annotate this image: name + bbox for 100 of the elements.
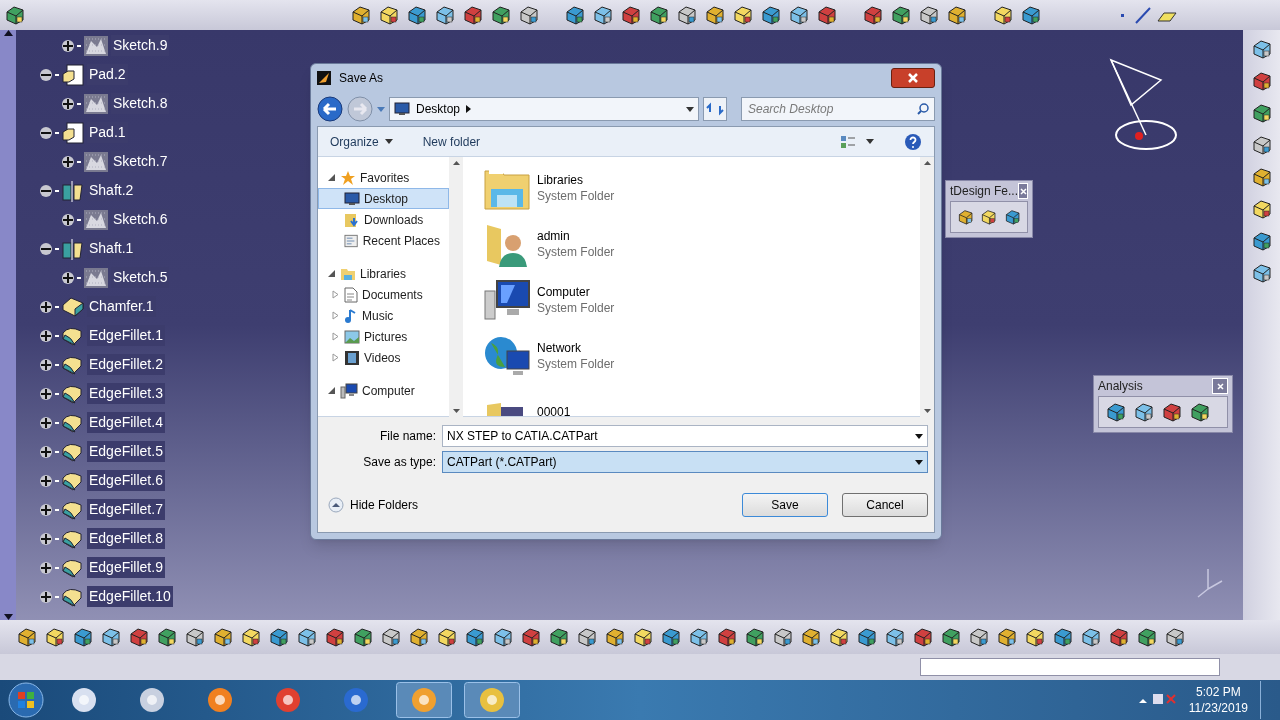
tool-icon[interactable] [434, 4, 456, 26]
tool-icon[interactable] [828, 626, 850, 648]
tree-scroll-bar[interactable] [0, 30, 16, 620]
tool-icon[interactable] [1250, 38, 1273, 60]
expand-icon[interactable] [61, 270, 75, 285]
tool-icon[interactable] [604, 626, 626, 648]
tool-icon[interactable] [772, 626, 794, 648]
tool-icon[interactable] [576, 626, 598, 648]
tool-icon[interactable] [632, 626, 654, 648]
tool-icon[interactable] [660, 626, 682, 648]
file-item[interactable]: admin System Folder [483, 221, 920, 267]
tool-icon[interactable] [744, 626, 766, 648]
tool-icon[interactable] [4, 4, 26, 26]
tool-icon[interactable] [704, 4, 726, 26]
scroll-down-icon[interactable] [452, 409, 460, 413]
nav-item[interactable]: Documents [318, 284, 449, 305]
expand-icon[interactable] [39, 560, 53, 575]
collapse-icon[interactable] [39, 241, 53, 256]
tool-icon[interactable] [128, 626, 150, 648]
tool-icon[interactable] [716, 626, 738, 648]
tool-icon[interactable] [350, 4, 372, 26]
file-item[interactable]: 00001 [483, 389, 920, 416]
command-field[interactable] [920, 658, 1220, 676]
tool-icon[interactable] [940, 626, 962, 648]
tool-icon[interactable] [1250, 262, 1273, 284]
scroll-down-icon[interactable] [923, 409, 931, 413]
expand-icon[interactable] [61, 154, 75, 169]
tool-icon[interactable] [788, 4, 810, 26]
tool-icon[interactable] [268, 626, 290, 648]
expand-icon[interactable] [39, 444, 53, 459]
collapsed-arrow-icon[interactable] [331, 353, 340, 362]
tool-icon[interactable] [492, 626, 514, 648]
scroll-bar[interactable] [449, 157, 463, 417]
expand-icon[interactable] [61, 38, 75, 53]
organize-menu[interactable]: Organize [330, 132, 393, 151]
refresh-icon[interactable] [703, 97, 727, 121]
expanded-arrow-icon[interactable] [327, 386, 336, 395]
collapse-icon[interactable] [39, 183, 53, 198]
tool-icon[interactable] [648, 4, 670, 26]
tool-icon[interactable] [1250, 230, 1273, 252]
view-options-icon[interactable] [840, 134, 856, 149]
tree-item[interactable]: EdgeFillet.8 [87, 528, 165, 549]
tool-icon[interactable] [44, 626, 66, 648]
expand-icon[interactable] [39, 328, 53, 343]
nav-item[interactable]: Videos [318, 347, 449, 368]
tool-icon[interactable] [518, 4, 540, 26]
tool-icon[interactable] [862, 4, 884, 26]
tool-icon[interactable] [890, 4, 912, 26]
tool-icon[interactable] [676, 4, 698, 26]
expand-icon[interactable] [39, 299, 53, 314]
expand-icon[interactable] [61, 96, 75, 111]
file-item[interactable]: Network System Folder [483, 333, 920, 379]
tool-icon[interactable] [1161, 401, 1183, 423]
address-bar[interactable]: Desktop [389, 97, 699, 121]
new-folder-button[interactable]: New folder [422, 132, 481, 151]
cancel-button[interactable]: Cancel [842, 493, 928, 517]
tool-icon[interactable] [378, 4, 400, 26]
tool-icon[interactable] [800, 626, 822, 648]
tree-item[interactable]: Sketch.9 [111, 35, 170, 56]
expand-icon[interactable] [39, 473, 53, 488]
tool-icon[interactable] [1250, 198, 1273, 220]
scroll-bar[interactable] [920, 157, 934, 417]
tool-icon[interactable] [968, 626, 990, 648]
tool-icon[interactable] [240, 626, 262, 648]
tool-icon[interactable] [1136, 626, 1158, 648]
collapsed-arrow-icon[interactable] [331, 290, 340, 299]
collapse-icon[interactable] [39, 125, 53, 140]
tool-icon[interactable] [406, 4, 428, 26]
back-icon[interactable] [317, 96, 343, 122]
line-icon[interactable] [1118, 5, 1178, 25]
expand-icon[interactable] [39, 589, 53, 604]
tool-icon[interactable] [1250, 102, 1273, 124]
tool-icon[interactable] [1052, 626, 1074, 648]
tool-icon[interactable] [16, 626, 38, 648]
tool-icon[interactable] [1133, 401, 1155, 423]
tool-icon[interactable] [352, 626, 374, 648]
nav-item[interactable]: Computer [318, 380, 449, 401]
tool-icon[interactable] [1250, 166, 1273, 188]
expand-icon[interactable] [61, 212, 75, 227]
expand-icon[interactable] [39, 386, 53, 401]
tool-icon[interactable] [996, 626, 1018, 648]
tool-icon[interactable] [912, 626, 934, 648]
tool-icon[interactable] [816, 4, 838, 26]
tool-icon[interactable] [1105, 401, 1127, 423]
search-field[interactable]: Search Desktop [741, 97, 935, 121]
close-button[interactable] [891, 68, 935, 88]
tool-icon[interactable] [184, 626, 206, 648]
nav-item[interactable]: Desktop [318, 188, 449, 209]
start-button[interactable] [8, 682, 44, 718]
tree-item[interactable]: EdgeFillet.7 [87, 499, 165, 520]
file-item[interactable]: Computer System Folder [483, 277, 920, 323]
tool-icon[interactable] [156, 626, 178, 648]
scroll-up-icon[interactable] [452, 161, 460, 165]
collapsed-arrow-icon[interactable] [331, 332, 340, 341]
expand-icon[interactable] [39, 531, 53, 546]
tree-item[interactable]: EdgeFillet.9 [87, 557, 165, 578]
tool-icon[interactable] [732, 4, 754, 26]
tool-icon[interactable] [1108, 626, 1130, 648]
save-button[interactable]: Save [742, 493, 828, 517]
tool-icon[interactable] [1020, 4, 1042, 26]
